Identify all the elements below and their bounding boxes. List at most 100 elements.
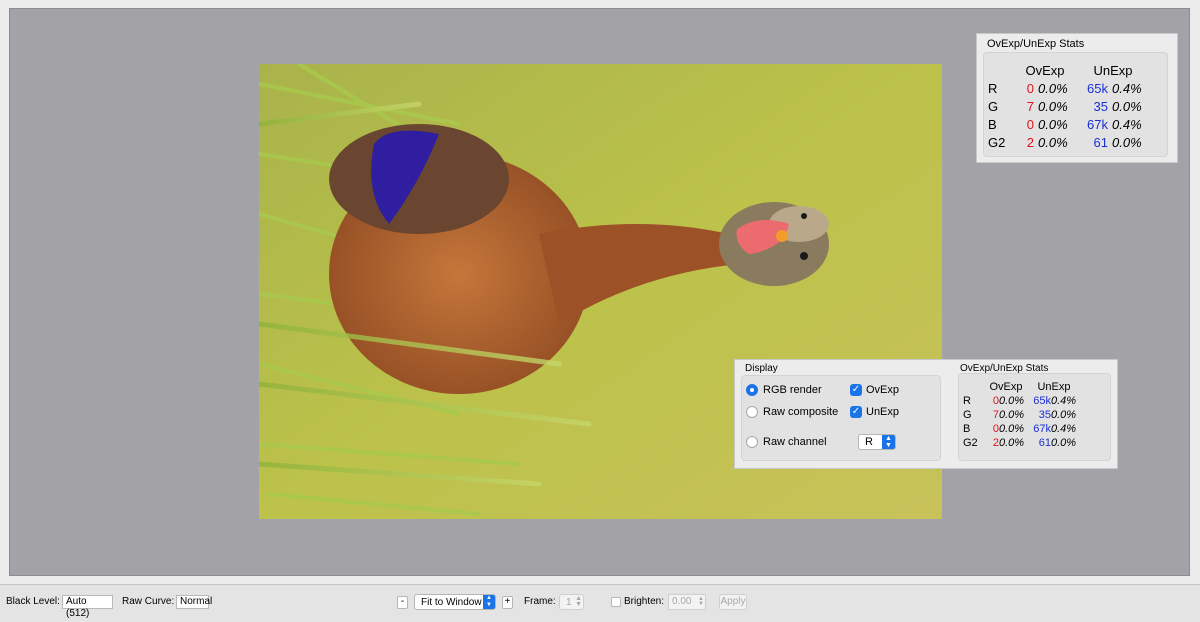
channel-label: B	[988, 116, 997, 132]
unexp-percent: 0.0%	[1051, 409, 1077, 421]
channel-label: B	[963, 423, 971, 435]
brighten-field[interactable]: 0.00 ▲ ▼	[668, 594, 706, 610]
black-level-field[interactable]: Auto (512)	[62, 595, 113, 619]
display-options-box: RGB render Raw composite Raw channel ✓ O…	[741, 375, 941, 461]
stepper-arrows-icon[interactable]: ▲ ▼	[575, 595, 582, 608]
stats-row-r: R 0 0.0% 65k 0.4%	[988, 79, 1152, 97]
small-stats-box: OvExp UnExp R 0 0.0% 65k 0.4% G 7 0.0% 3…	[958, 373, 1111, 461]
stats-row-b: B 0 0.0% 67k 0.4%	[963, 422, 1081, 436]
unexp-percent: 0.4%	[1051, 395, 1077, 407]
channel-label: R	[988, 80, 998, 96]
brighten-value: 0.00	[672, 596, 692, 607]
stats-header-row: OvExp UnExp	[988, 61, 1152, 79]
unexp-percent: 0.0%	[1051, 437, 1077, 449]
ovexp-count: 0	[992, 423, 999, 435]
rgb-render-label: RGB render	[763, 384, 822, 396]
stats-row-g2: G2 2 0.0% 61 0.0%	[988, 133, 1152, 151]
unexp-checkbox[interactable]: ✓ UnExp	[850, 406, 899, 418]
unexp-count: 61	[1038, 437, 1051, 449]
ovexp-header: OvExp	[989, 381, 1023, 393]
ovexp-percent: 0.0%	[999, 423, 1025, 435]
channel-label: R	[963, 395, 971, 407]
ovexp-count: 0	[1026, 80, 1034, 96]
ovexp-percent: 0.0%	[999, 395, 1025, 407]
radio-unselected-icon[interactable]	[746, 436, 758, 448]
ovexp-percent: 0.0%	[999, 409, 1025, 421]
brighten-checkbox[interactable]	[611, 597, 621, 607]
ovexp-count: 2	[992, 437, 999, 449]
ovexp-count: 0	[992, 395, 999, 407]
stepper-arrows-icon[interactable]: ▲ ▼	[882, 435, 895, 449]
unexp-count: 35	[1038, 409, 1051, 421]
bottom-toolbar: Black Level: Auto (512) Raw Curve: Norma…	[0, 584, 1200, 622]
stats-title: OvExp/UnExp Stats	[987, 38, 1085, 50]
unexp-count: 65k	[1087, 80, 1108, 96]
ovexp-percent: 0.0%	[1038, 134, 1068, 150]
apply-button[interactable]: Apply	[719, 594, 747, 610]
unexp-percent: 0.4%	[1112, 116, 1142, 132]
channel-label: G	[988, 98, 999, 114]
stats-box: OvExp UnExp R 0 0.0% 65k 0.4% G 7 0.0% 3…	[983, 52, 1168, 157]
raw-composite-label: Raw composite	[763, 406, 839, 418]
unexp-count: 35	[1093, 98, 1108, 114]
zoom-mode-value: Fit to Window	[421, 597, 482, 608]
stats-row-b: B 0 0.0% 67k 0.4%	[988, 115, 1152, 133]
unexp-percent: 0.4%	[1051, 423, 1077, 435]
checkmark-icon[interactable]: ✓	[850, 406, 862, 418]
unexp-checkbox-label: UnExp	[866, 406, 900, 418]
channel-label: G2	[963, 437, 978, 449]
frame-value: 1	[566, 597, 572, 608]
unexp-count: 67k	[1033, 423, 1051, 435]
stats-row-g: G 7 0.0% 35 0.0%	[963, 408, 1081, 422]
ovexp-header: OvExp	[1025, 62, 1065, 78]
unexp-percent: 0.0%	[1112, 98, 1142, 114]
brighten-label: Brighten:	[624, 596, 665, 607]
ovexp-percent: 0.0%	[999, 437, 1025, 449]
stats-row-g: G 7 0.0% 35 0.0%	[988, 97, 1152, 115]
ovexp-count: 7	[992, 409, 999, 421]
stepper-arrows-icon[interactable]: ▲ ▼	[483, 595, 495, 609]
frame-label: Frame:	[524, 596, 556, 607]
stats-header-row: OvExp UnExp	[963, 380, 1081, 394]
ovexp-count: 2	[1026, 134, 1034, 150]
channel-label: G2	[988, 134, 1006, 150]
frame-select[interactable]: 1 ▲ ▼	[559, 594, 584, 610]
raw-channel-select[interactable]: R ▲ ▼	[858, 434, 896, 450]
unexp-header: UnExp	[1037, 381, 1071, 393]
raw-curve-field[interactable]: Normal	[176, 595, 212, 609]
stats-panel-large: OvExp/UnExp Stats OvExp UnExp R 0 0.0% 6…	[976, 33, 1178, 163]
ovexp-checkbox[interactable]: ✓ OvExp	[850, 384, 899, 396]
ovexp-checkbox-label: OvExp	[866, 384, 900, 396]
unexp-percent: 0.0%	[1112, 134, 1142, 150]
zoom-mode-select[interactable]: Fit to Window ▲ ▼	[414, 594, 496, 610]
unexp-header: UnExp	[1093, 62, 1133, 78]
stats-table: OvExp UnExp R 0 0.0% 65k 0.4% G 7 0.0% 3…	[988, 61, 1152, 151]
black-level-label: Black Level:	[6, 596, 60, 607]
display-title: Display	[745, 363, 778, 374]
stepper-arrows-icon[interactable]: ▲ ▼	[698, 596, 704, 607]
ovexp-percent: 0.0%	[1038, 116, 1068, 132]
channel-label: G	[963, 409, 972, 421]
display-panel: Display RGB render Raw composite Raw cha…	[734, 359, 1118, 469]
ovexp-percent: 0.0%	[1038, 98, 1068, 114]
zoom-in-button[interactable]: +	[502, 596, 513, 609]
checkmark-icon[interactable]: ✓	[850, 384, 862, 396]
raw-composite-option[interactable]: Raw composite	[746, 406, 838, 418]
raw-channel-value: R	[865, 436, 873, 448]
stats-row-g2: G2 2 0.0% 61 0.0%	[963, 436, 1081, 450]
radio-selected-icon[interactable]	[746, 384, 758, 396]
unexp-percent: 0.4%	[1112, 80, 1142, 96]
unexp-count: 65k	[1033, 395, 1051, 407]
radio-unselected-icon[interactable]	[746, 406, 758, 418]
unexp-count: 67k	[1087, 116, 1108, 132]
rgb-render-option[interactable]: RGB render	[746, 384, 822, 396]
raw-channel-option[interactable]: Raw channel	[746, 436, 827, 448]
zoom-out-button[interactable]: -	[397, 596, 408, 609]
raw-channel-label: Raw channel	[763, 436, 827, 448]
small-stats-table: OvExp UnExp R 0 0.0% 65k 0.4% G 7 0.0% 3…	[963, 380, 1081, 450]
raw-curve-label: Raw Curve:	[122, 596, 175, 607]
ovexp-count: 0	[1026, 116, 1034, 132]
ovexp-count: 7	[1026, 98, 1034, 114]
unexp-count: 61	[1093, 134, 1108, 150]
raw-viewer-window: OvExp/UnExp Stats OvExp UnExp R 0 0.0% 6…	[0, 0, 1200, 622]
